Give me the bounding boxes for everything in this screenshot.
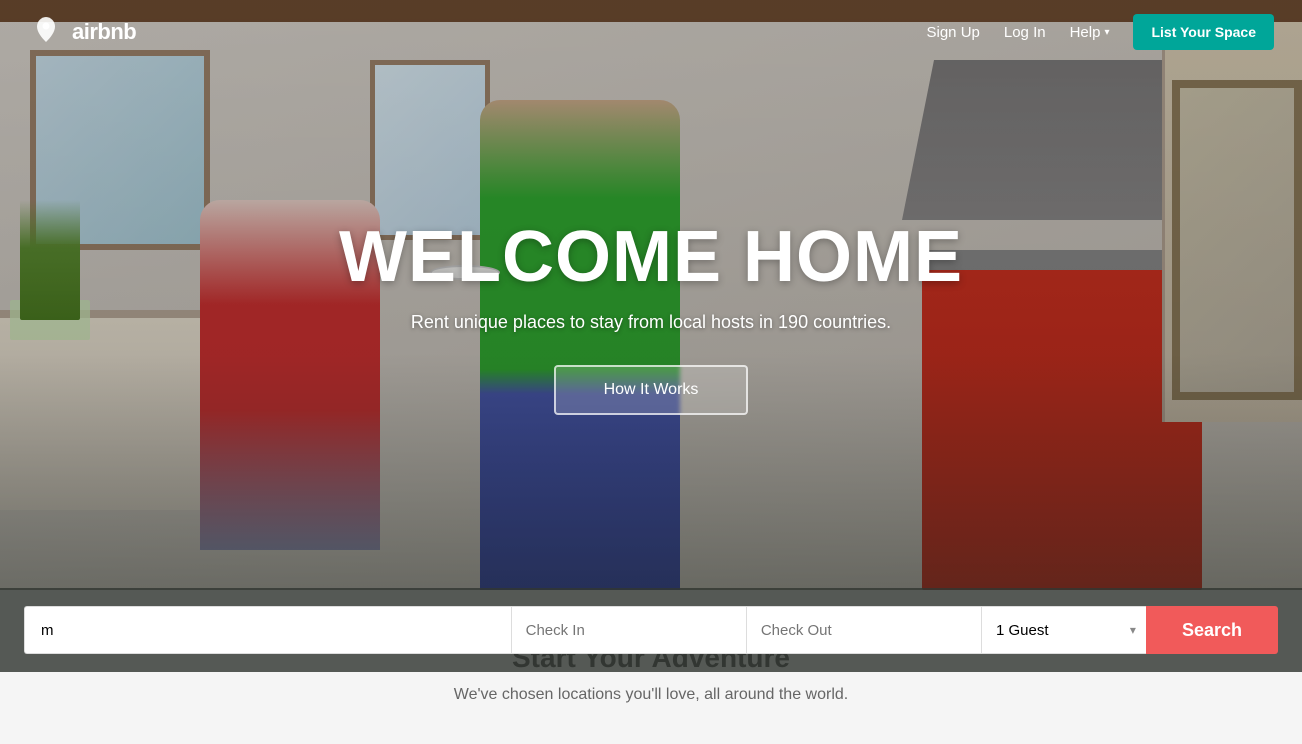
help-menu[interactable]: Help ▾ <box>1070 24 1110 41</box>
search-bar: 1 Guest 2 Guests 3 Guests 4 Guests 5+ Gu… <box>0 588 1302 672</box>
below-fold-subtitle: We've chosen locations you'll love, all … <box>24 686 1278 704</box>
location-input[interactable] <box>24 606 511 654</box>
hero-subtitle: Rent unique places to stay from local ho… <box>411 312 891 333</box>
hero-content: WELCOME HOME Rent unique places to stay … <box>0 0 1302 590</box>
help-chevron-icon: ▾ <box>1104 27 1109 38</box>
airbnb-logo-icon <box>28 14 64 50</box>
hero-title: WELCOME HOME <box>339 216 963 298</box>
search-button[interactable]: Search <box>1146 606 1278 654</box>
login-link[interactable]: Log In <box>1004 24 1046 41</box>
guests-wrapper: 1 Guest 2 Guests 3 Guests 4 Guests 5+ Gu… <box>981 606 1146 654</box>
signup-link[interactable]: Sign Up <box>927 24 980 41</box>
guests-select[interactable]: 1 Guest 2 Guests 3 Guests 4 Guests 5+ Gu… <box>981 606 1146 654</box>
nav-links: Sign Up Log In Help ▾ List Your Space <box>927 14 1275 50</box>
help-label: Help <box>1070 24 1101 41</box>
logo[interactable]: airbnb <box>28 14 136 50</box>
checkout-input[interactable] <box>746 606 981 654</box>
list-space-button[interactable]: List Your Space <box>1133 14 1274 50</box>
logo-text: airbnb <box>72 19 136 45</box>
checkin-input[interactable] <box>511 606 746 654</box>
how-it-works-button[interactable]: How It Works <box>554 365 749 415</box>
navbar: airbnb Sign Up Log In Help ▾ List Your S… <box>0 0 1302 64</box>
